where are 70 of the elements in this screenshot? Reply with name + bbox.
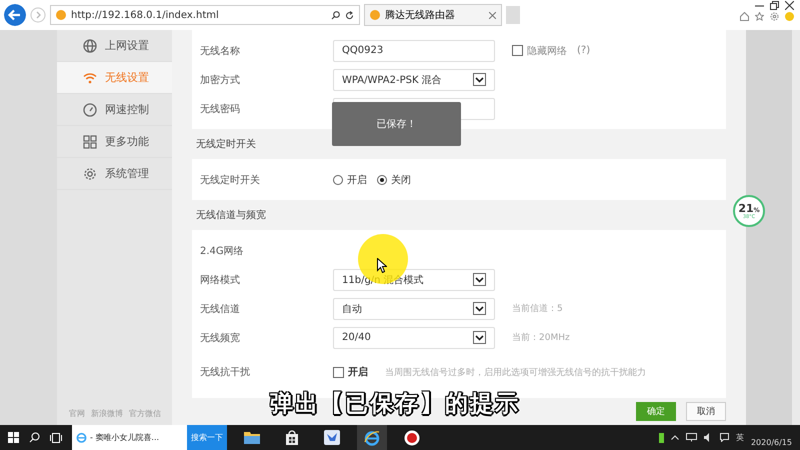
dropdown-icon bbox=[473, 273, 486, 286]
checkbox-label[interactable]: 隐藏网络 bbox=[527, 44, 567, 58]
field-label: 无线名称 bbox=[200, 44, 241, 58]
address-bar[interactable]: http://192.168.0.1/index.html bbox=[50, 5, 360, 25]
field-hint: 当周围无线信号过多时，启用此选项可增强无线信号的抗干扰能力 bbox=[385, 366, 646, 378]
search-button[interactable]: 搜索一下 bbox=[187, 425, 227, 450]
field-label: 无线信道 bbox=[200, 302, 241, 316]
video-caption: 弹出【已保存】的提示 bbox=[270, 389, 520, 419]
bag-icon[interactable] bbox=[285, 430, 299, 445]
dropdown[interactable]: 自动 bbox=[333, 298, 495, 320]
wifi-icon bbox=[83, 72, 97, 84]
section-title: 无线信道与频宽 bbox=[196, 208, 266, 222]
checkbox-label[interactable]: 开启 bbox=[348, 365, 368, 379]
dropdown-icon bbox=[473, 73, 486, 86]
cancel-button[interactable]: 取消 bbox=[686, 402, 726, 421]
clock-date[interactable]: 2020/6/15 bbox=[750, 438, 792, 447]
gear-icon bbox=[83, 166, 97, 180]
field-hint: 当前：20MHz bbox=[512, 332, 570, 344]
radio-button[interactable] bbox=[377, 174, 387, 184]
record-icon[interactable] bbox=[404, 430, 420, 446]
browser-icon bbox=[76, 432, 87, 443]
dropdown-icon bbox=[473, 331, 486, 344]
back-button[interactable] bbox=[4, 4, 26, 26]
refresh-icon[interactable] bbox=[345, 10, 354, 20]
bird-icon[interactable] bbox=[324, 430, 340, 445]
site-icon bbox=[370, 10, 380, 20]
subsection-label: 2.4G网络 bbox=[200, 244, 244, 258]
message-icon[interactable] bbox=[720, 433, 729, 442]
dropdown-icon bbox=[473, 302, 486, 315]
network-icon[interactable] bbox=[686, 433, 697, 442]
field-label: 无线频宽 bbox=[200, 332, 241, 344]
scrollbar[interactable] bbox=[792, 30, 800, 425]
site-icon bbox=[56, 10, 66, 20]
field-hint: 当前信道：5 bbox=[512, 302, 563, 315]
task-view-icon[interactable] bbox=[50, 432, 62, 442]
chevron-up-icon[interactable] bbox=[670, 435, 679, 440]
radio-label[interactable]: 关闭 bbox=[391, 172, 411, 186]
grid-icon bbox=[83, 134, 97, 148]
star-icon[interactable] bbox=[755, 12, 764, 21]
checkbox[interactable] bbox=[333, 366, 344, 378]
search-icon[interactable] bbox=[331, 10, 340, 20]
input-language[interactable]: 英 bbox=[736, 432, 744, 443]
search-field[interactable]: - 窦唯小女儿院喜... bbox=[72, 425, 187, 450]
field-label: 网络模式 bbox=[200, 274, 241, 286]
dropdown[interactable]: 20/40 bbox=[333, 326, 495, 348]
radio-button[interactable] bbox=[333, 174, 343, 184]
windows-icon[interactable] bbox=[8, 432, 19, 443]
field-label: 无线密码 bbox=[200, 102, 241, 116]
field-label: 加密方式 bbox=[200, 74, 241, 86]
globe-icon bbox=[83, 38, 97, 52]
battery-icon[interactable] bbox=[658, 432, 664, 442]
taskbar-app[interactable] bbox=[357, 425, 387, 450]
cursor-icon bbox=[377, 258, 387, 273]
radio-label[interactable]: 开启 bbox=[347, 172, 367, 186]
close-icon[interactable] bbox=[785, 1, 794, 10]
checkbox[interactable] bbox=[512, 45, 523, 56]
saved-toast: 已保存！ bbox=[332, 102, 461, 146]
browser-tab[interactable]: 腾达无线路由器 bbox=[364, 4, 502, 26]
search-icon[interactable] bbox=[29, 432, 40, 443]
restore-icon[interactable] bbox=[770, 1, 779, 10]
dropdown[interactable]: WPA/WPA2-PSK 混合 bbox=[333, 68, 495, 90]
text-field[interactable]: QQ0923 bbox=[333, 40, 495, 62]
home-icon[interactable] bbox=[740, 12, 749, 21]
browser-icon[interactable] bbox=[364, 430, 380, 446]
section-title: 无线定时开关 bbox=[196, 138, 256, 151]
gauge-icon bbox=[83, 102, 97, 116]
field-label: 无线定时开关 bbox=[200, 174, 261, 186]
folder-icon[interactable] bbox=[244, 431, 260, 444]
field-label: 无线抗干扰 bbox=[200, 366, 251, 379]
help-link[interactable]: (?) bbox=[577, 45, 590, 56]
